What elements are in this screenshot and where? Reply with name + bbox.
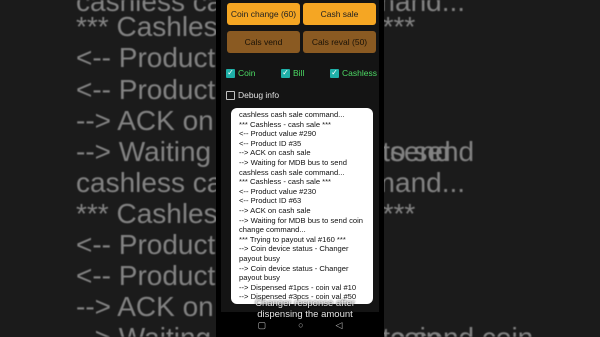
bill-checkbox[interactable]: ✓ Bill: [281, 67, 304, 79]
phone-frame: Coin change (60) Cash sale Cals vend Cal…: [216, 0, 384, 337]
log-line: --> Coin device status - Changer: [239, 263, 349, 273]
log-line: cashless cash sale command...: [239, 167, 345, 177]
log-line: <-- Product ID #35: [239, 138, 302, 148]
log-line: --> Coin device status - Changer: [239, 244, 349, 254]
log-line: change command...: [239, 225, 306, 235]
cals-reval-button[interactable]: Cals reval (50): [303, 31, 376, 53]
log-line: *** Trying to payout val #160 ***: [239, 234, 346, 244]
bill-checkbox-label: Bill: [293, 68, 305, 78]
log-line: <-- Product value #290: [239, 129, 317, 139]
log-line: --> Dispensed #1pcs - coin val #10: [239, 282, 357, 292]
debug-log-panel[interactable]: cashless cash sale command... *** Cashles…: [231, 108, 373, 304]
checkmark-icon: ✓: [330, 68, 339, 78]
log-line: <-- Product ID #63: [239, 196, 302, 206]
android-nav-bar: ▢ ○ ◁: [216, 318, 384, 332]
log-text: cashless cash sale command... *** Cashles…: [231, 108, 373, 302]
cals-vend-button[interactable]: Cals vend: [227, 31, 300, 53]
cashless-checkbox[interactable]: ✓ Cashless: [330, 67, 377, 79]
app-screen: Coin change (60) Cash sale Cals vend Cal…: [221, 0, 379, 320]
coin-change-button[interactable]: Coin change (60): [227, 3, 300, 25]
log-line: --> ACK on cash sale: [239, 205, 311, 215]
video-caption-line-1: Changer response after: [255, 298, 355, 309]
coin-checkbox[interactable]: ✓ Coin: [226, 67, 255, 79]
log-line: *** Cashless - cash sale ***: [239, 119, 332, 129]
log-line: cashless cash sale command...: [239, 110, 345, 119]
unchecked-box-icon: [226, 90, 235, 100]
log-line: payout busy: [239, 273, 280, 283]
cashless-checkbox-label: Cashless: [342, 68, 377, 78]
debug-info-checkbox[interactable]: Debug info: [226, 89, 279, 101]
back-triangle-icon[interactable]: ◁: [336, 320, 343, 331]
recents-square-icon[interactable]: ▢: [258, 320, 267, 331]
log-line: --> Waiting for MDB bus to send: [239, 157, 347, 167]
log-line: <-- Product value #230: [239, 186, 317, 196]
log-line: *** Cashless - cash sale ***: [239, 177, 332, 187]
coin-checkbox-label: Coin: [238, 68, 256, 78]
log-line: payout busy: [239, 253, 280, 263]
checkmark-icon: ✓: [226, 68, 235, 78]
log-line: --> Waiting for MDB bus to send coin: [239, 215, 364, 225]
cash-sale-button[interactable]: Cash sale: [303, 3, 376, 25]
checkmark-icon: ✓: [281, 68, 290, 78]
home-circle-icon[interactable]: ○: [298, 320, 303, 330]
debug-info-label: Debug info: [238, 90, 280, 100]
log-line: --> ACK on cash sale: [239, 148, 311, 158]
